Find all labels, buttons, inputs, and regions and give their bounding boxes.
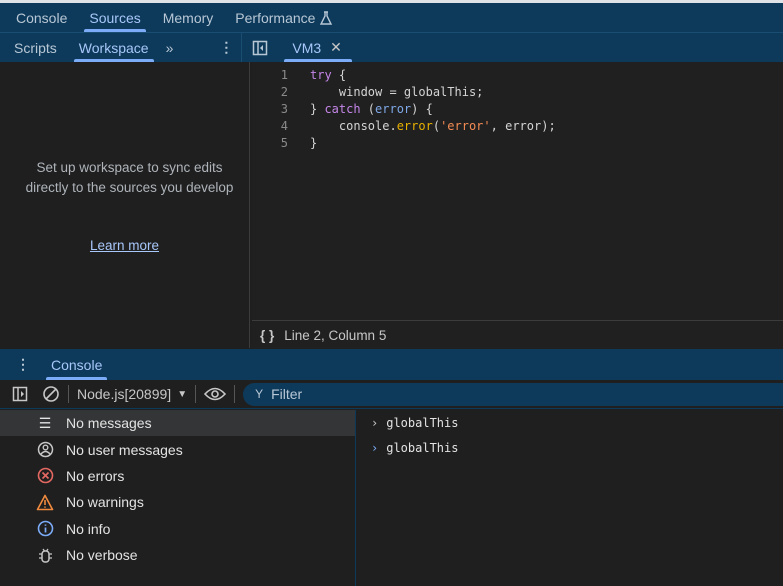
tab-workspace[interactable]: Workspace — [68, 33, 160, 62]
info-icon — [36, 520, 54, 537]
divider — [68, 385, 69, 403]
more-tabs-chevron-icon[interactable]: » — [160, 33, 180, 62]
console-sidebar: ☰ No messages No user messages No errors … — [0, 410, 356, 586]
divider — [234, 385, 236, 403]
error-icon — [36, 467, 54, 484]
tab-label: Performance — [235, 9, 316, 26]
main-tab-bar: Console Sources Memory Performance — [0, 3, 783, 32]
tab-memory[interactable]: Memory — [152, 3, 225, 32]
line-number: 1 — [280, 67, 288, 82]
sidebar-item-label: No errors — [66, 467, 125, 484]
sidebar-item-label: No verbose — [66, 547, 138, 564]
message-text: globalThis — [386, 415, 459, 430]
code-line: console.error('error', error); — [310, 118, 556, 133]
chevron-right-icon: › — [371, 440, 379, 455]
console-toolbar: Node.js[20899] ▼ Y Filter — [0, 380, 783, 409]
code-line: try { — [310, 67, 347, 82]
console-result[interactable]: › globalThis — [357, 435, 783, 460]
divider — [241, 32, 243, 63]
context-selector[interactable]: Node.js[20899] ▼ — [77, 386, 187, 402]
flask-icon — [320, 10, 333, 25]
tab-performance[interactable]: Performance — [224, 3, 344, 32]
sidebar-item-label: No messages — [66, 415, 152, 432]
filter-input[interactable]: Y Filter — [243, 382, 783, 406]
sidebar-item-verbose[interactable]: No verbose — [0, 542, 355, 568]
code-line: window = globalThis; — [310, 84, 484, 99]
learn-more-link[interactable]: Learn more — [0, 238, 249, 253]
clear-console-icon[interactable] — [42, 385, 60, 403]
eye-icon[interactable] — [204, 386, 227, 402]
sidebar-item-label: No warnings — [66, 494, 144, 511]
workspace-panel: Set up workspace to sync edits directly … — [0, 62, 250, 348]
editor-status-bar: { } Line 2, Column 5 — [252, 320, 783, 349]
tab-scripts[interactable]: Scripts — [3, 33, 68, 62]
bug-icon — [36, 547, 54, 564]
tab-console[interactable]: Console — [5, 3, 78, 32]
line-number: 5 — [280, 135, 288, 150]
console-messages[interactable]: › globalThis › globalThis — [357, 410, 783, 586]
list-icon: ☰ — [38, 414, 52, 431]
console-input-echo[interactable]: › globalThis — [357, 410, 783, 435]
line-number: 4 — [280, 118, 288, 133]
user-icon — [36, 441, 54, 458]
tab-file-vm3[interactable]: VM3 ✕ — [278, 33, 358, 62]
sources-toolbar: Scripts Workspace » ⋮ VM3 ✕ — [0, 32, 783, 63]
sidebar-item-warnings[interactable]: No warnings — [0, 489, 355, 515]
sidebar-item-info[interactable]: No info — [0, 516, 355, 542]
dropdown-arrow-icon: ▼ — [177, 388, 188, 400]
warning-icon — [36, 494, 54, 511]
tab-label: VM3 — [292, 39, 322, 56]
sidebar-toggle-icon[interactable] — [12, 386, 28, 402]
pretty-print-icon[interactable]: { } — [260, 328, 274, 343]
tab-sources[interactable]: Sources — [78, 3, 151, 32]
cursor-position: Line 2, Column 5 — [284, 327, 387, 343]
tab-label: Sources — [89, 9, 141, 26]
workspace-message: Set up workspace to sync edits directly … — [25, 160, 234, 195]
divider — [195, 385, 197, 403]
tab-label: Console — [16, 9, 68, 26]
sidebar-item-label: No info — [66, 520, 111, 537]
tab-label: Console — [51, 356, 103, 373]
chevron-right-icon: › — [371, 415, 379, 430]
more-options-icon[interactable]: ⋮ — [213, 33, 239, 62]
drawer-tab-bar: ⋮ Console — [0, 349, 783, 380]
code-line: } catch (error) { — [310, 101, 433, 116]
sidebar-item-user-messages[interactable]: No user messages — [0, 436, 355, 462]
sidebar-item-errors[interactable]: No errors — [0, 463, 355, 489]
tab-drawer-console[interactable]: Console — [40, 349, 113, 380]
sidebar-item-label: No user messages — [66, 441, 183, 458]
toggle-navigator-icon[interactable] — [252, 40, 268, 56]
tab-label: Scripts — [14, 39, 57, 56]
sidebar-item-messages[interactable]: ☰ No messages — [0, 410, 355, 437]
code-line: } — [310, 135, 318, 150]
drawer-menu-icon[interactable]: ⋮ — [0, 349, 40, 380]
tab-label: Memory — [162, 9, 214, 26]
code-editor[interactable]: 1 try { 2 window = globalThis; 3 } catch (… — [252, 62, 783, 320]
context-label: Node.js[20899] — [77, 386, 172, 402]
filter-icon: Y — [255, 387, 264, 401]
line-number: 2 — [280, 84, 288, 99]
line-number: 3 — [280, 101, 288, 116]
filter-placeholder: Filter — [271, 386, 303, 402]
close-icon[interactable]: ✕ — [330, 39, 342, 56]
tab-label: Workspace — [78, 39, 149, 56]
message-text: globalThis — [386, 440, 459, 455]
